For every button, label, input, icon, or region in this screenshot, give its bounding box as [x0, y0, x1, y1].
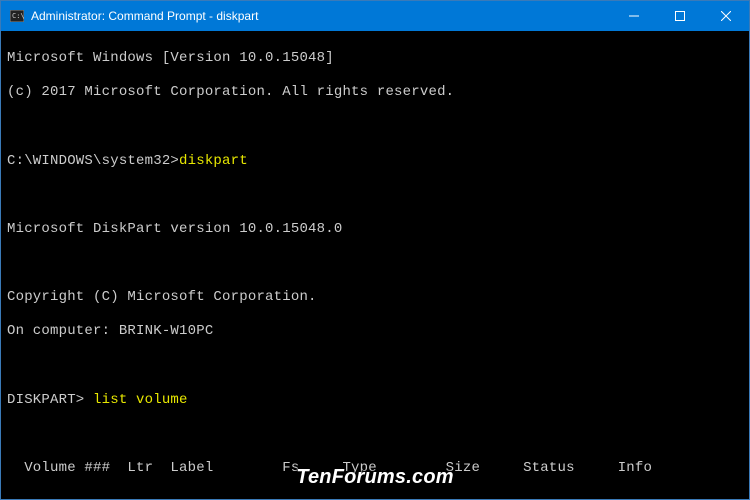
table-divider: ---------- --- ----------- ----- -------…	[7, 494, 743, 499]
prompt-path: C:\WINDOWS\system32>	[7, 153, 179, 169]
watermark-text: TenForums.com	[296, 465, 453, 489]
titlebar[interactable]: C:\ Administrator: Command Prompt - disk…	[1, 1, 749, 31]
banner-line: (c) 2017 Microsoft Corporation. All righ…	[7, 84, 743, 101]
command-text: diskpart	[179, 153, 248, 169]
cmd-icon: C:\	[9, 8, 25, 24]
command-prompt-window: C:\ Administrator: Command Prompt - disk…	[0, 0, 750, 500]
minimize-button[interactable]	[611, 1, 657, 31]
command-text: list volume	[93, 392, 188, 408]
maximize-button[interactable]	[657, 1, 703, 31]
terminal-output[interactable]: Microsoft Windows [Version 10.0.15048] (…	[1, 31, 749, 499]
prompt-line: DISKPART> list volume	[7, 392, 743, 409]
banner-line: Microsoft Windows [Version 10.0.15048]	[7, 50, 743, 67]
close-button[interactable]	[703, 1, 749, 31]
diskpart-version: Microsoft DiskPart version 10.0.15048.0	[7, 221, 743, 238]
svg-text:C:\: C:\	[12, 12, 24, 20]
diskpart-copyright: Copyright (C) Microsoft Corporation.	[7, 289, 743, 306]
window-title: Administrator: Command Prompt - diskpart	[31, 9, 258, 23]
prompt-line: C:\WINDOWS\system32>diskpart	[7, 153, 743, 170]
diskpart-prompt: DISKPART>	[7, 392, 93, 408]
diskpart-computer: On computer: BRINK-W10PC	[7, 323, 743, 340]
